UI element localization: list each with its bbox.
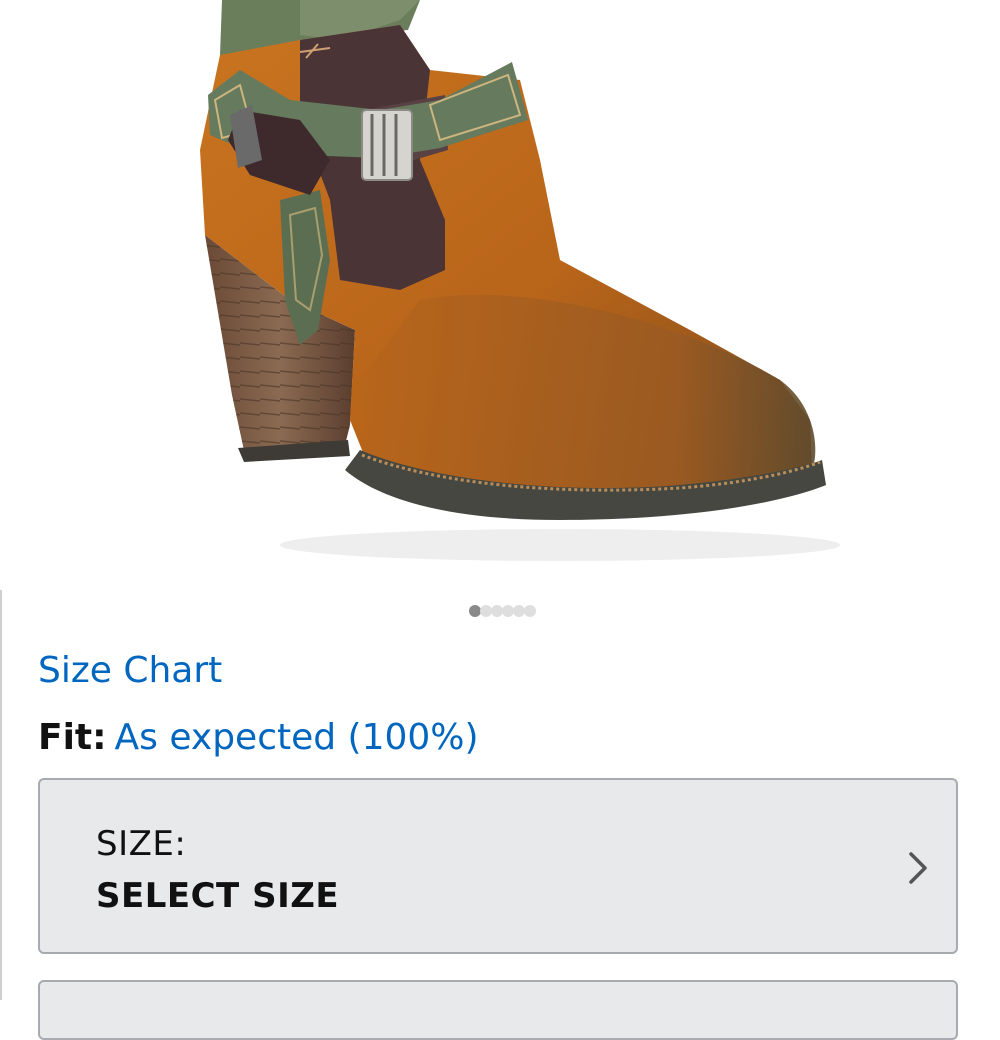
carousel-dot[interactable] bbox=[524, 605, 536, 617]
size-value: SELECT SIZE bbox=[96, 876, 340, 916]
size-label: SIZE: bbox=[96, 824, 187, 864]
image-carousel-indicator[interactable] bbox=[0, 604, 1000, 618]
fit-info: Fit: As expected (100%) bbox=[38, 715, 479, 761]
fit-value-link[interactable]: As expected (100%) bbox=[115, 717, 479, 758]
next-option-selector[interactable] bbox=[38, 980, 958, 1040]
product-image[interactable] bbox=[0, 0, 1000, 590]
fit-label: Fit: bbox=[38, 717, 107, 758]
boot-illustration bbox=[200, 0, 840, 561]
size-selector-button[interactable]: SIZE: SELECT SIZE bbox=[38, 778, 958, 954]
size-chart-link[interactable]: Size Chart bbox=[38, 648, 222, 694]
chevron-right-icon bbox=[909, 852, 927, 884]
